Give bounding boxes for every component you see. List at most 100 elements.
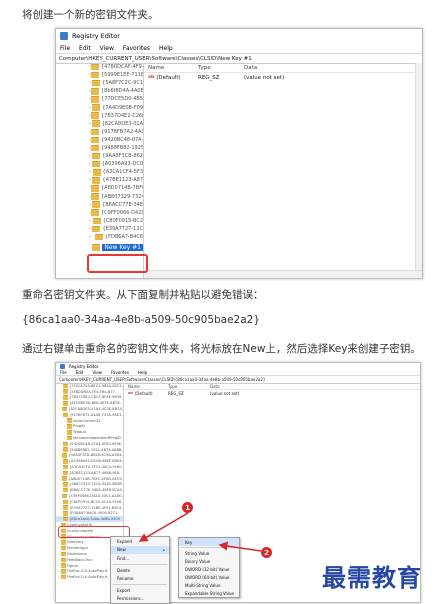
menu-edit[interactable]: Edit (79, 45, 91, 52)
new-key-label[interactable]: New Key #1 (102, 244, 143, 252)
column-name[interactable]: Name (144, 65, 198, 71)
tree-item-label: {FDB6A7-B4C6-4000-B271- (69, 511, 119, 516)
tree-item[interactable]: › {9420BC48-07A- (56, 136, 143, 144)
folder-icon (91, 88, 99, 95)
tree-item-new-key[interactable]: New Key #1 (56, 241, 143, 254)
tree-item[interactable]: › {5999E1EE-711E (56, 71, 143, 79)
menu-favorites[interactable]: Favorites (111, 370, 129, 375)
menu-help[interactable]: Help (138, 370, 147, 375)
folder-icon (63, 470, 68, 476)
tree-item[interactable]: › {9178FB7A2-4A3 (56, 128, 143, 136)
menu-view[interactable]: View (100, 45, 114, 52)
value-name: (Default) (156, 74, 181, 81)
tree-item[interactable]: › {7B37D4E2-C26F (56, 112, 143, 120)
tree-item-label: {9488FB82-1921-4B74-A8BB- (69, 447, 123, 452)
folder-icon (61, 557, 66, 563)
tree-item[interactable]: › {C9FF0066-D42D (56, 209, 143, 217)
tree-item-label: Extensions (67, 552, 87, 556)
folder-icon (91, 71, 99, 79)
context-menu-new[interactable]: New ▸ (111, 545, 169, 555)
tree-item-label: FireFox.Crrl.AutoPlay.H (67, 575, 108, 580)
menu-file[interactable]: File (60, 370, 67, 375)
folder-icon (91, 209, 99, 216)
registry-editor-icon (60, 32, 68, 40)
folder-icon (63, 464, 68, 470)
context-menu-permissions[interactable]: Permissions... (111, 595, 169, 604)
folder-icon (67, 424, 72, 429)
menu-favorites[interactable]: Favorites (123, 45, 150, 52)
folder-icon (92, 152, 101, 160)
tree-item[interactable]: › {A7BE1123-A87 (56, 176, 143, 184)
column-name[interactable]: Name (124, 384, 168, 389)
tree-item-label: {B6ACC77E-34EA-48F6-B7A3- (68, 488, 123, 493)
folder-icon (61, 563, 66, 568)
tree-item-label: {A8D0714B-7BF6 (101, 185, 144, 192)
submenu-binaryvalue[interactable]: Binary Value (179, 557, 239, 565)
tree-item[interactable]: › {C80F0915-BC2 (56, 217, 143, 225)
tree-item[interactable]: › {9AA3F3CB-862 (56, 152, 143, 160)
submenu-multistringvalue[interactable]: Multi-String Value (179, 581, 239, 589)
column-data[interactable]: Data (244, 65, 257, 71)
tree-item-label: {9AA3F3CB-8628-4C9A-A9D4- (68, 453, 123, 458)
tree-item-label: FireFox.Crrl.AutoPlay.H (67, 569, 108, 574)
context-menu-export[interactable]: Export (111, 586, 169, 595)
menu-edit[interactable]: Edit (76, 370, 84, 375)
tree-item[interactable]: › {5A8F7C2C-9C1 (56, 79, 143, 87)
values-header: Name Type Data (124, 383, 420, 390)
folder-icon (94, 233, 103, 241)
context-menu-delete[interactable]: Delete (111, 566, 169, 575)
folder-icon (92, 217, 101, 225)
tree-item-label: InprocServer32 (73, 418, 101, 423)
context-menu-expand[interactable]: Expand (111, 537, 169, 546)
tree-item[interactable]: › {B6ACC77E-34E (56, 201, 143, 209)
tree-item[interactable]: › {A3CA1CF4-5F3 (56, 168, 143, 176)
folder-icon (61, 545, 66, 551)
value-row-default[interactable]: ab (Default) REG_SZ (value not set) (144, 73, 422, 82)
column-type[interactable]: Type (198, 65, 244, 71)
tree-item[interactable]: › {E39A7727-12C (56, 225, 143, 233)
tree-item[interactable]: › {A0396A93-DC0 (56, 160, 143, 168)
tree-item[interactable]: › {47B0DCAF-4F9- (56, 63, 143, 71)
tree-item[interactable]: › {77DCE5D0-4B5 (56, 95, 143, 103)
menu-help[interactable]: Help (159, 45, 173, 52)
horizontal-scrollbar[interactable] (144, 270, 422, 278)
tree-item[interactable]: › {82CA8DE3-01A (56, 120, 143, 128)
context-menu-rename[interactable]: Rename (111, 574, 169, 583)
tree-item-label: {9178FB72-A4A8-731A-9AE3- (69, 412, 123, 417)
tree-item-label: {82CA8DE3-01A3-4C3E-8B7A- (68, 407, 123, 412)
tree-item[interactable]: › {A8D0714B-7BF6 (56, 184, 143, 192)
submenu-dword32bitvalue[interactable]: DWORD (32-bit) Value (179, 565, 239, 573)
column-type[interactable]: Type (168, 384, 210, 389)
context-menu-find[interactable]: Find... (111, 554, 169, 563)
value-row-default[interactable]: ab (Default) REG_SZ (value not set) (124, 390, 420, 396)
tree-item[interactable]: › {AB807329-7324 (56, 193, 143, 201)
folder-icon (63, 516, 68, 522)
column-data[interactable]: Data (210, 384, 220, 389)
folder-icon (61, 574, 66, 580)
submenu-expandablestringvalue[interactable]: Expandable String Value (179, 589, 239, 597)
tree-item-label: {77DCE5D0-4B5 (101, 96, 143, 103)
tree-item[interactable]: › {7A4D9E0B-F09 (56, 103, 143, 111)
folder-icon (91, 96, 100, 103)
tree-item-label: {9420BC48-07A4-4F89-9E9E- (69, 441, 123, 446)
submenu-stringvalue[interactable]: String Value (179, 549, 239, 557)
menu-file[interactable]: File (60, 45, 70, 52)
submenu-key[interactable]: Key (179, 538, 239, 546)
vertical-scrollbar[interactable] (415, 63, 422, 270)
folder-icon (63, 395, 68, 400)
folder-icon (62, 476, 68, 481)
tree-item[interactable]: › {FDB6A7-B4C6 (56, 233, 143, 241)
folder-icon (62, 453, 68, 458)
folder-icon (92, 201, 101, 208)
tree-item-label: {86ca1aa0-34aa-4e8b-a509 (69, 517, 121, 522)
tree-item-label: {C9FF0066-D42D-4001-A2D0- (68, 494, 123, 499)
tree-item[interactable]: › {9488FB82-1925 (56, 144, 143, 152)
submenu-qword64bitvalue[interactable]: QWORD (64-bit) Value (179, 573, 239, 581)
instruction-rename-key: 重命名密钥文件夹。从下面复制并粘贴以避免错误： (22, 289, 264, 301)
instruction-create-key: 将创建一个新的密钥文件夹。 (22, 9, 159, 21)
tree-item[interactable]: › {8b6f8D4A-4A0E (56, 87, 143, 95)
folder-icon (63, 441, 68, 447)
tree-item-label: {A8D0714B-7BFC-4F0D-A1C9- (68, 476, 123, 481)
tree-item-label: {3F8DDB0A-FE4-FB4-B77- (69, 389, 117, 394)
menu-view[interactable]: View (92, 370, 102, 375)
